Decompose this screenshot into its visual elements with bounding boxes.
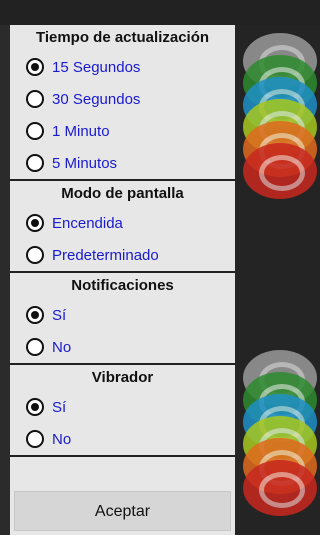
radio-checked-icon[interactable]	[26, 398, 44, 416]
option-label: Encendida	[52, 214, 123, 232]
option-1-minute[interactable]: 1 Minuto	[10, 115, 235, 147]
section-screen-mode: Modo de pantalla Encendida Predeterminad…	[10, 181, 235, 273]
ring-logo-icon	[243, 143, 317, 199]
ring-logo-icon	[243, 460, 317, 516]
option-5-minutes[interactable]: 5 Minutos	[10, 147, 235, 179]
option-vibrator-no[interactable]: No	[10, 423, 235, 455]
radio-unchecked-icon[interactable]	[26, 246, 44, 264]
option-screen-on[interactable]: Encendida	[10, 207, 235, 239]
option-screen-default[interactable]: Predeterminado	[10, 239, 235, 271]
section-title: Vibrador	[91, 369, 154, 386]
logo-rings-bottom	[235, 350, 320, 520]
accept-button[interactable]: Aceptar	[14, 491, 231, 531]
section-title: Notificaciones	[71, 277, 174, 294]
radio-unchecked-icon[interactable]	[26, 430, 44, 448]
section-title: Tiempo de actualización	[35, 29, 210, 46]
option-label: No	[52, 338, 72, 356]
radio-unchecked-icon[interactable]	[26, 122, 44, 140]
option-label: Predeterminado	[52, 246, 159, 264]
logo-rings-top	[235, 33, 320, 203]
radio-unchecked-icon[interactable]	[26, 338, 44, 356]
radio-checked-icon[interactable]	[26, 58, 44, 76]
option-label: Sí	[52, 398, 67, 416]
radio-unchecked-icon[interactable]	[26, 154, 44, 172]
radio-checked-icon[interactable]	[26, 306, 44, 324]
option-label: No	[52, 430, 72, 448]
option-label: 5 Minutos	[52, 154, 118, 172]
section-notifications: Notificaciones Sí No	[10, 273, 235, 365]
option-label: 1 Minuto	[52, 122, 110, 140]
section-title: Modo de pantalla	[61, 185, 184, 202]
option-15-seconds[interactable]: 15 Segundos	[10, 51, 235, 83]
section-vibrator: Vibrador Sí No	[10, 365, 235, 457]
option-vibrator-yes[interactable]: Sí	[10, 391, 235, 423]
option-30-seconds[interactable]: 30 Segundos	[10, 83, 235, 115]
option-label: 15 Segundos	[52, 58, 141, 76]
radio-unchecked-icon[interactable]	[26, 90, 44, 108]
option-label: 30 Segundos	[52, 90, 141, 108]
settings-dialog: Tiempo de actualización 15 Segundos 30 S…	[10, 25, 235, 535]
status-bar	[0, 0, 320, 25]
radio-checked-icon[interactable]	[26, 214, 44, 232]
option-label: Sí	[52, 306, 67, 324]
background-logo-area	[235, 25, 320, 535]
option-notifications-yes[interactable]: Sí	[10, 299, 235, 331]
option-notifications-no[interactable]: No	[10, 331, 235, 363]
button-bar: Aceptar	[10, 485, 235, 535]
section-update-interval: Tiempo de actualización 15 Segundos 30 S…	[10, 25, 235, 181]
